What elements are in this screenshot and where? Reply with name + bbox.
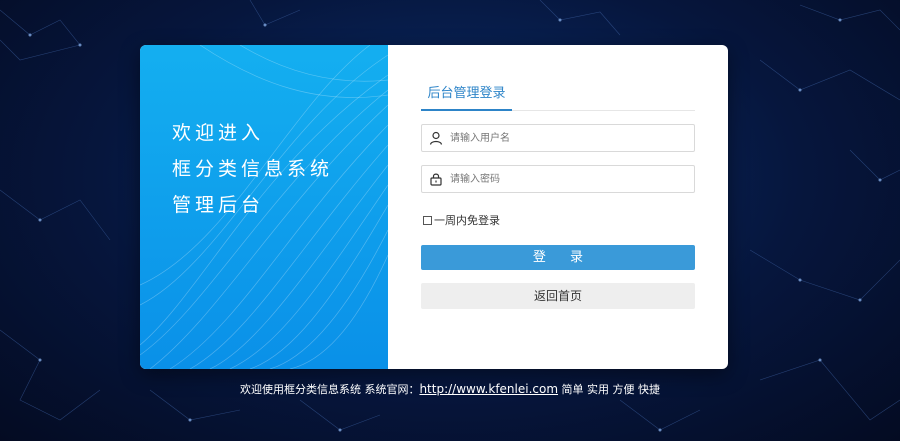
footer-prefix: 欢迎使用框分类信息系统 系统官网： <box>239 383 420 396</box>
welcome-line-3: 管理后台 <box>172 194 265 216</box>
remember-checkbox[interactable] <box>423 215 432 225</box>
footer: 欢迎使用框分类信息系统 系统官网：http://www.kfenlei.com … <box>0 381 900 397</box>
user-icon <box>429 131 443 145</box>
login-tabs: 后台管理登录 <box>421 81 695 111</box>
login-card: 欢迎进入 框分类信息系统 管理后台 后台管理登录 一周内免登录 <box>140 45 728 369</box>
remember-me[interactable]: 一周内免登录 <box>423 212 500 228</box>
password-field <box>421 165 695 193</box>
footer-site-link[interactable]: http://www.kfenlei.com <box>419 382 558 396</box>
username-input[interactable] <box>450 125 690 151</box>
login-button[interactable]: 登 录 <box>421 245 695 270</box>
login-form: 后台管理登录 一周内免登录 登 录 返回首页 <box>388 45 728 369</box>
welcome-text: 欢迎进入 框分类信息系统 管理后台 <box>172 115 333 223</box>
welcome-line-2: 框分类信息系统 <box>172 158 334 180</box>
welcome-line-1: 欢迎进入 <box>172 122 265 144</box>
username-field <box>421 124 695 152</box>
welcome-panel: 欢迎进入 框分类信息系统 管理后台 <box>140 45 388 369</box>
remember-label: 一周内免登录 <box>434 214 500 227</box>
password-input[interactable] <box>450 166 690 192</box>
footer-suffix: 简单 实用 方便 快捷 <box>558 383 661 396</box>
tab-admin-login[interactable]: 后台管理登录 <box>421 81 512 111</box>
back-home-button[interactable]: 返回首页 <box>421 283 695 309</box>
lock-icon <box>430 173 442 186</box>
